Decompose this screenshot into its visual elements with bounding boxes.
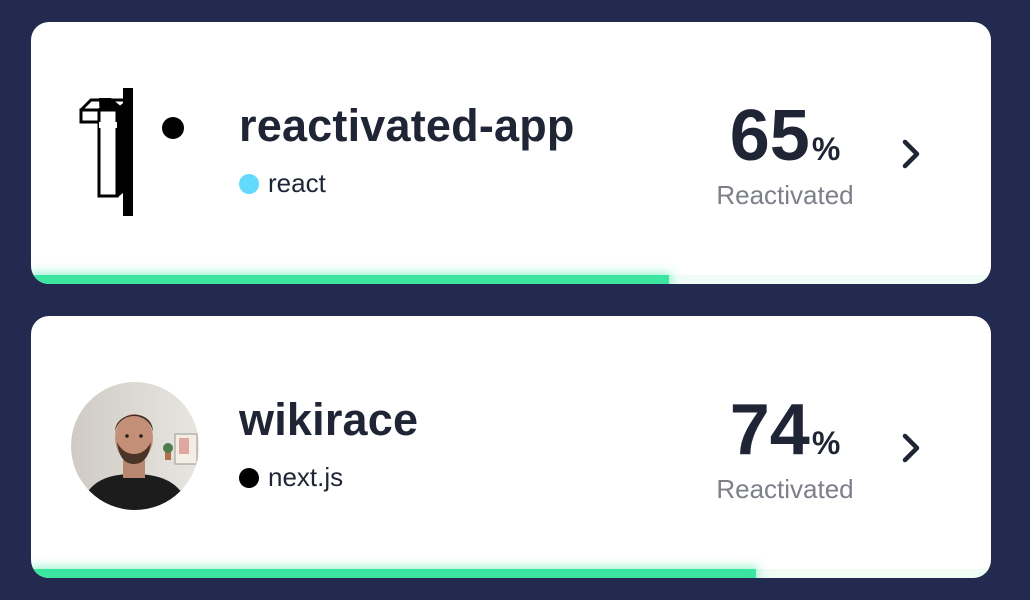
percent-sign: % — [811, 131, 841, 167]
framework-tag: next.js — [239, 462, 343, 493]
percent-number: 74 — [729, 390, 810, 470]
user-avatar-photo — [71, 382, 199, 510]
progress-fill — [31, 569, 756, 578]
progress-track — [31, 275, 991, 284]
percent-sign: % — [811, 425, 841, 461]
status-label: Reactivated — [716, 180, 854, 210]
project-card-wikirace[interactable]: wikirace next.js 74% Reactivated — [31, 316, 991, 578]
framework-color-dot — [239, 467, 259, 488]
status-label: Reactivated — [716, 474, 854, 504]
project-name[interactable]: wikirace — [239, 394, 418, 446]
project-name[interactable]: reactivated-app — [239, 100, 575, 152]
reactivated-logo-icon — [71, 73, 199, 230]
percent-value: 65% — [701, 100, 869, 172]
chevron-right-icon[interactable] — [897, 134, 925, 174]
progress-track — [31, 569, 991, 578]
framework-color-dot — [239, 173, 259, 194]
reactivation-stat: 65% Reactivated — [701, 100, 869, 211]
percent-number: 65 — [729, 96, 810, 176]
framework-label: next.js — [268, 462, 344, 492]
reactivation-stat: 74% Reactivated — [701, 394, 869, 505]
framework-label: react — [268, 168, 326, 198]
percent-value: 74% — [701, 394, 869, 466]
framework-tag: react — [239, 168, 326, 199]
progress-fill — [31, 275, 670, 284]
chevron-right-icon[interactable] — [897, 428, 925, 468]
project-card-reactivated-app[interactable]: reactivated-app react 65% Reactivated — [31, 22, 991, 284]
